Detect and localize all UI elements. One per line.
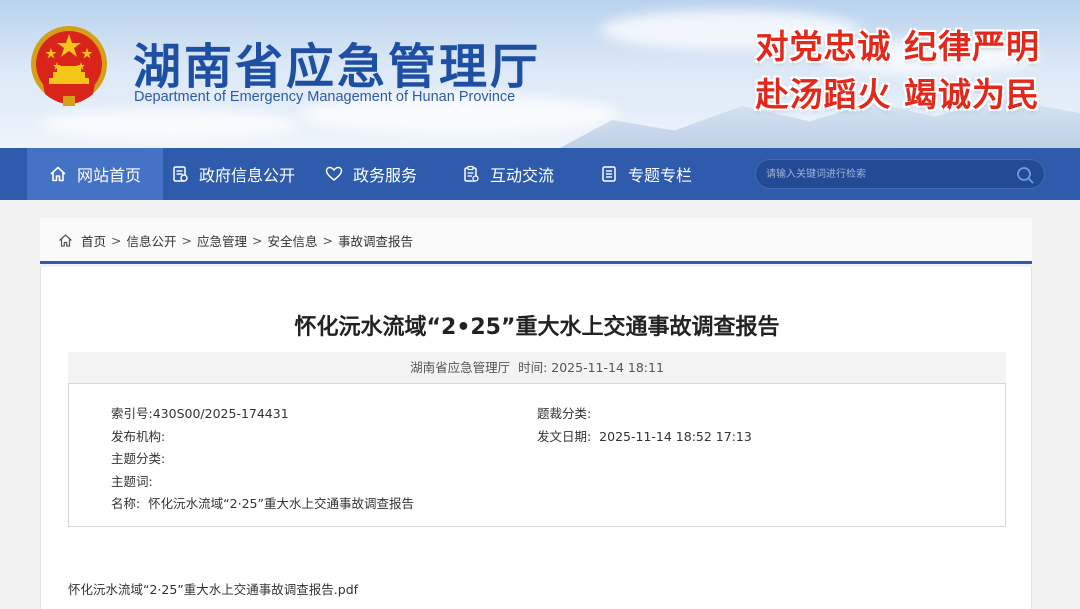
slogan-line-2: 赴汤蹈火 竭诚为民 [755, 75, 1040, 114]
breadcrumb-separator: > [322, 233, 333, 248]
article-meta: 湖南省应急管理厅 时间: 2025-11-14 18:11 [68, 352, 1006, 383]
site-title: 湖南省应急管理厅 [133, 39, 542, 95]
info-name: 名称: 怀化沅水流域“2·25”重大水上交通事故调查报告 [111, 496, 414, 511]
search-input[interactable] [766, 160, 1016, 188]
nav-item-special[interactable]: 专题专栏 [600, 148, 692, 200]
nav-item-gov-service[interactable]: 政务服务 [325, 148, 417, 200]
breadcrumb-item-info[interactable]: 信息公开 [127, 231, 177, 250]
document-icon [173, 166, 188, 182]
article-title: 怀化沅水流域“2•25”重大水上交通事故调查报告 [294, 315, 780, 340]
list-doc-icon [602, 166, 616, 182]
attachment-link[interactable]: 怀化沅水流域“2·25”重大水上交通事故调查报告.pdf [68, 579, 358, 598]
time-label: 时间: [518, 360, 548, 375]
breadcrumb-item-safety[interactable]: 安全信息 [268, 231, 318, 250]
breadcrumb-bar: 首页 > 信息公开 > 应急管理 > 安全信息 > 事故调查报告 [40, 218, 1032, 264]
breadcrumb-separator: > [252, 233, 263, 248]
nav-item-label: 互动交流 [490, 166, 555, 185]
info-index: 索引号:430S00/2025-174431 [111, 406, 289, 421]
nav-item-gov-info[interactable]: 政府信息公开 [171, 148, 295, 200]
nav-item-label: 政务服务 [353, 166, 418, 185]
heart-hand-icon [325, 166, 343, 181]
info-genre: 题裁分类: [537, 406, 592, 421]
nav-item-label: 政府信息公开 [199, 166, 296, 185]
site-subtitle-en: Department of Emergency Management of Hu… [134, 89, 516, 105]
info-issuer: 发布机构: [111, 429, 166, 444]
home-icon [59, 234, 72, 247]
breadcrumb-item-report[interactable]: 事故调查报告 [338, 231, 413, 250]
article-container: 怀化沅水流域“2•25”重大水上交通事故调查报告 湖南省应急管理厅 时间: 202… [40, 267, 1032, 609]
breadcrumb: 首页 > 信息公开 > 应急管理 > 安全信息 > 事故调查报告 [58, 231, 413, 250]
info-topic: 主题分类: [111, 451, 166, 466]
clipboard-icon [464, 165, 479, 182]
breadcrumb-separator: > [181, 233, 192, 248]
nav-item-label: 网站首页 [77, 166, 142, 185]
breadcrumb-separator: > [111, 233, 122, 248]
publisher: 湖南省应急管理厅 [410, 360, 511, 375]
header-banner: 湖南省应急管理厅 Department of Emergency Managem… [0, 0, 1080, 148]
nav-item-home[interactable]: 网站首页 [27, 148, 163, 200]
home-icon [50, 166, 66, 182]
slogan-line-1: 对党忠诚 纪律严明 [755, 27, 1040, 66]
info-date: 发文日期: 2025-11-14 18:52 17:13 [537, 429, 752, 444]
nav-item-label: 专题专栏 [628, 166, 693, 185]
info-table: 索引号:430S00/2025-174431 题裁分类: 发布机构: 发文日期:… [68, 383, 1006, 527]
national-emblem-icon [31, 26, 107, 106]
breadcrumb-item-home[interactable]: 首页 [81, 231, 106, 250]
time-value: 2025-11-14 18:11 [551, 360, 664, 375]
search-box [755, 159, 1045, 189]
nav-item-interaction[interactable]: 互动交流 [462, 148, 554, 200]
info-keyword: 主题词: [111, 474, 153, 489]
breadcrumb-item-emergency[interactable]: 应急管理 [197, 231, 247, 250]
search-icon[interactable] [1015, 165, 1035, 185]
main-nav: 网站首页 政府信息公开 政务服务 互动交流 专题专栏 [0, 148, 1080, 200]
